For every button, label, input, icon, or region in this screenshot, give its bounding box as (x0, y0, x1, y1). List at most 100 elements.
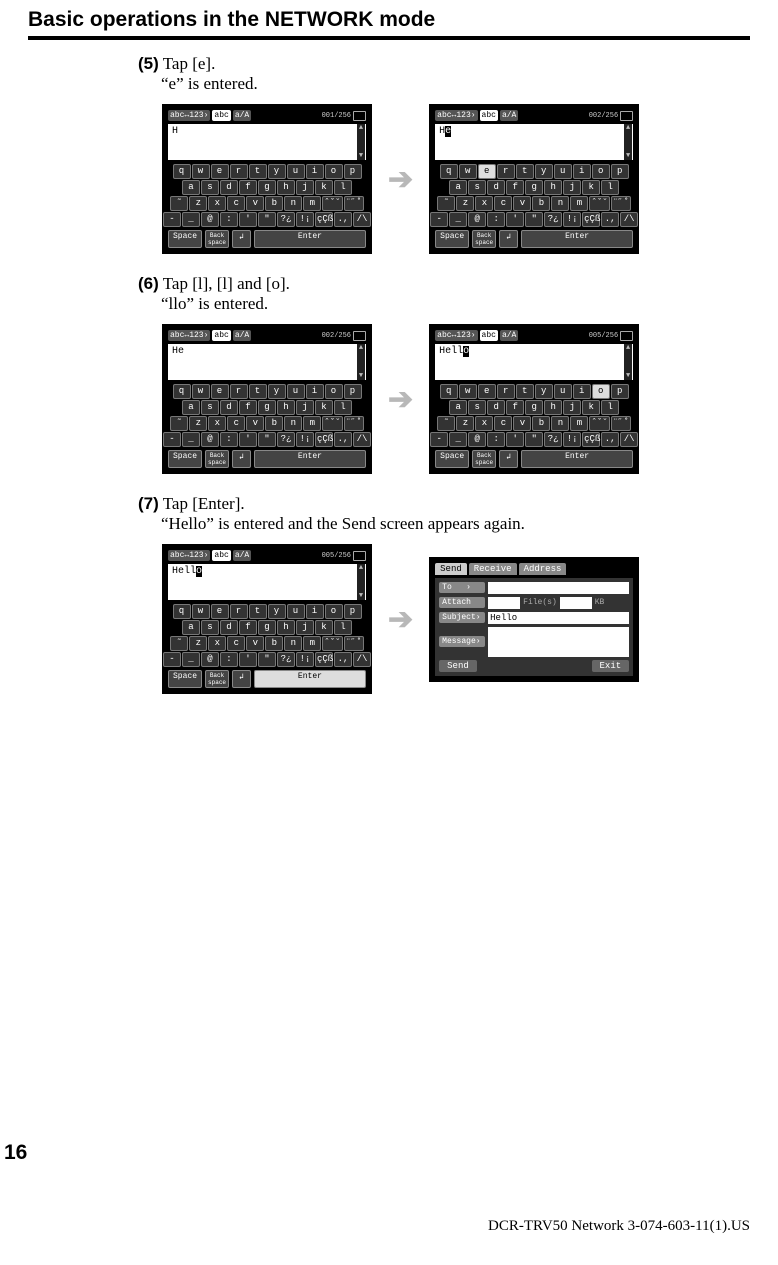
key-t[interactable]: t (249, 604, 267, 619)
abc-tab[interactable]: abc (480, 110, 498, 121)
key-?¿[interactable]: ?¿ (277, 652, 295, 667)
backspace-key[interactable]: Backspace (205, 230, 229, 248)
key-r[interactable]: r (230, 604, 248, 619)
case-tab[interactable]: a/A (233, 550, 251, 561)
key-y[interactable]: y (268, 164, 286, 179)
key-m[interactable]: m (570, 416, 588, 431)
key-e[interactable]: e (478, 164, 496, 179)
key-t[interactable]: t (249, 164, 267, 179)
key-ˆˇ˘[interactable]: ˆˇ˘ (589, 196, 609, 211)
key-m[interactable]: m (570, 196, 588, 211)
enter-key[interactable]: Enter (254, 670, 366, 688)
key-o[interactable]: o (325, 164, 343, 179)
key-k[interactable]: k (315, 400, 333, 415)
key-j[interactable]: j (296, 400, 314, 415)
key-u[interactable]: u (287, 384, 305, 399)
key-ˆˇ˘[interactable]: ˆˇ˘ (322, 196, 342, 211)
key-?¿[interactable]: ?¿ (544, 212, 562, 227)
newline-key[interactable]: ↲ (499, 230, 518, 248)
key-a[interactable]: a (449, 400, 467, 415)
tab-receive[interactable]: Receive (469, 563, 517, 575)
key-:[interactable]: : (220, 432, 238, 447)
key-˜[interactable]: ˜ (170, 196, 188, 211)
key-w[interactable]: w (459, 164, 477, 179)
enter-key[interactable]: Enter (254, 230, 366, 248)
key-b[interactable]: b (265, 196, 283, 211)
key-v[interactable]: v (246, 636, 264, 651)
key-i[interactable]: i (573, 384, 591, 399)
abc-tab[interactable]: abc (480, 330, 498, 341)
key-f[interactable]: f (239, 180, 257, 195)
space-key[interactable]: Space (435, 230, 469, 248)
key-z[interactable]: z (456, 196, 474, 211)
key-'[interactable]: ' (239, 432, 257, 447)
key-w[interactable]: w (192, 164, 210, 179)
key-:[interactable]: : (220, 212, 238, 227)
subject-field[interactable]: Hello (488, 612, 629, 624)
enter-key[interactable]: Enter (254, 450, 366, 468)
to-field[interactable] (488, 582, 629, 594)
newline-key[interactable]: ↲ (232, 230, 251, 248)
key-.,[interactable]: ., (601, 432, 619, 447)
key-[interactable]: " (525, 212, 543, 227)
key-x[interactable]: x (208, 196, 226, 211)
key-_[interactable]: _ (182, 432, 200, 447)
return-icon[interactable] (353, 331, 366, 341)
key-m[interactable]: m (303, 416, 321, 431)
key-çÇß[interactable]: çÇß (315, 652, 333, 667)
key-m[interactable]: m (303, 196, 321, 211)
key-.,[interactable]: ., (601, 212, 619, 227)
key-g[interactable]: g (525, 400, 543, 415)
key-r[interactable]: r (230, 164, 248, 179)
space-key[interactable]: Space (168, 670, 202, 688)
key-e[interactable]: e (478, 384, 496, 399)
key-z[interactable]: z (189, 416, 207, 431)
key-u[interactable]: u (287, 164, 305, 179)
mode-tab[interactable]: abc↔123› (168, 110, 210, 121)
key-j[interactable]: j (563, 180, 581, 195)
key-:[interactable]: : (220, 652, 238, 667)
scrollbar[interactable]: ▲▼ (357, 344, 365, 380)
key-b[interactable]: b (265, 636, 283, 651)
key-¨˝˚[interactable]: ¨˝˚ (344, 196, 364, 211)
key-?¿[interactable]: ?¿ (277, 432, 295, 447)
key-c[interactable]: c (227, 196, 245, 211)
backspace-key[interactable]: Backspace (205, 670, 229, 688)
key-!¡[interactable]: !¡ (296, 652, 314, 667)
text-input[interactable]: He▲▼ (168, 344, 366, 380)
abc-tab[interactable]: abc (212, 330, 230, 341)
enter-key[interactable]: Enter (521, 230, 633, 248)
key-l[interactable]: l (334, 180, 352, 195)
key-w[interactable]: w (192, 384, 210, 399)
key--[interactable]: - (430, 212, 448, 227)
key-˜[interactable]: ˜ (437, 416, 455, 431)
case-tab[interactable]: a/A (233, 330, 251, 341)
key-h[interactable]: h (544, 400, 562, 415)
space-key[interactable]: Space (168, 230, 202, 248)
return-icon[interactable] (353, 111, 366, 121)
key-d[interactable]: d (220, 400, 238, 415)
key-/\[interactable]: /\ (353, 432, 371, 447)
key-@[interactable]: @ (201, 652, 219, 667)
return-icon[interactable] (620, 111, 633, 121)
space-key[interactable]: Space (168, 450, 202, 468)
key-x[interactable]: x (208, 636, 226, 651)
text-input[interactable]: H▲▼ (168, 124, 366, 160)
key-s[interactable]: s (468, 180, 486, 195)
key-u[interactable]: u (554, 164, 572, 179)
return-icon[interactable] (620, 331, 633, 341)
message-field[interactable] (488, 627, 629, 657)
key-j[interactable]: j (296, 180, 314, 195)
key-c[interactable]: c (227, 416, 245, 431)
key-/\[interactable]: /\ (353, 652, 371, 667)
key-/\[interactable]: /\ (620, 212, 638, 227)
scrollbar[interactable]: ▲▼ (624, 124, 632, 160)
return-icon[interactable] (353, 551, 366, 561)
enter-key[interactable]: Enter (521, 450, 633, 468)
key-.,[interactable]: ., (334, 432, 352, 447)
key-:[interactable]: : (487, 432, 505, 447)
key-[interactable]: " (258, 652, 276, 667)
exit-button[interactable]: Exit (592, 660, 630, 672)
key--[interactable]: - (430, 432, 448, 447)
key-n[interactable]: n (284, 196, 302, 211)
